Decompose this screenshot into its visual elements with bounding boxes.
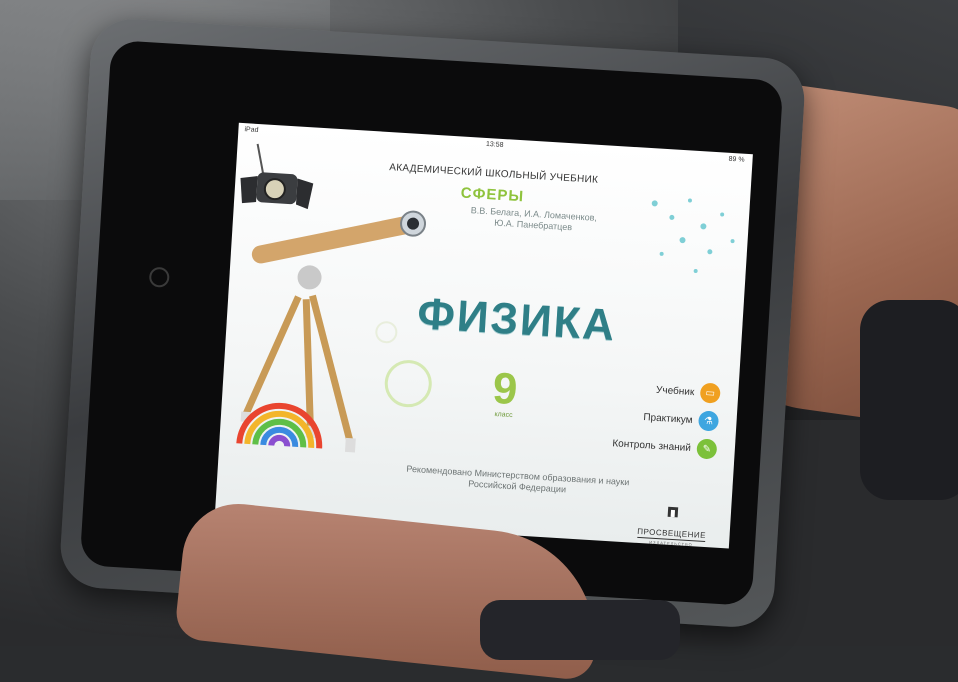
publisher-logo: ПРОСВЕЩЕНИЕ ИЗДАТЕЛЬСТВО xyxy=(631,503,713,549)
menu-item-label: Контроль знаний xyxy=(612,437,692,454)
publisher-emblem-icon xyxy=(667,506,679,518)
menu-item-label: Учебник xyxy=(655,384,695,398)
menu-item-label: Практикум xyxy=(643,411,693,426)
app-screen: iPad 13:58 89 % АКАДЕМИЧЕСКИЙ ШКОЛЬНЫЙ У… xyxy=(214,122,753,549)
menu-item-practicum[interactable]: Практикум ⚗ xyxy=(643,406,720,433)
menu-item-textbook[interactable]: Учебник ▭ xyxy=(655,379,721,405)
ipad-bezel: iPad 13:58 89 % АКАДЕМИЧЕСКИЙ ШКОЛЬНЫЙ У… xyxy=(79,39,784,606)
right-sleeve xyxy=(860,300,958,500)
home-button[interactable] xyxy=(148,266,170,288)
pencil-icon: ✎ xyxy=(696,438,718,460)
left-sleeve xyxy=(480,600,680,660)
beaker-icon: ⚗ xyxy=(697,410,720,432)
book-icon: ▭ xyxy=(699,382,721,404)
grade-number: 9 xyxy=(491,363,519,415)
